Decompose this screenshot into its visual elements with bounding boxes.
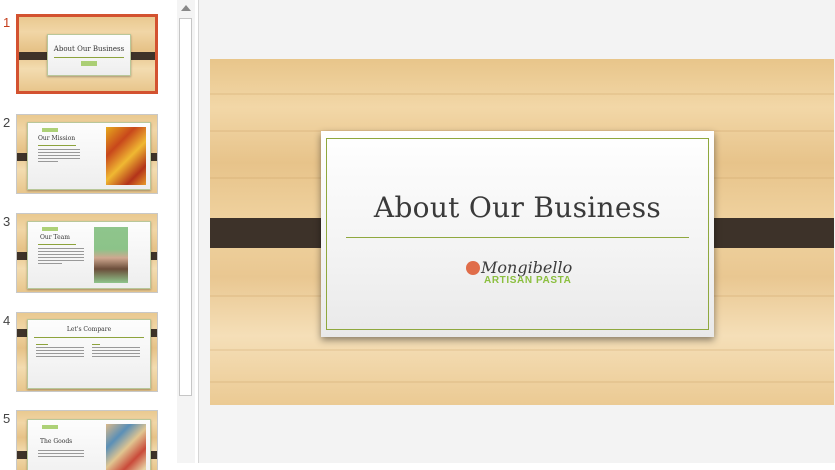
thumbnail-title: Let's Compare bbox=[66, 326, 112, 333]
thumbnail-content-card: Our Mission bbox=[27, 122, 151, 190]
thumbnail-logo bbox=[42, 128, 58, 132]
slide-number: 3 bbox=[3, 214, 11, 229]
thumbnail-logo bbox=[42, 227, 58, 231]
thumbnail-title: The Goods bbox=[40, 438, 73, 445]
thumbnail-preview[interactable]: Our Team bbox=[16, 213, 158, 293]
thumbnail-content-card: Let's Compare bbox=[27, 319, 151, 389]
thumbnail-rule bbox=[38, 145, 76, 146]
thumbnail-logo bbox=[42, 425, 58, 429]
thumbnail-preview[interactable]: The Goods bbox=[16, 410, 158, 470]
title-underline bbox=[346, 237, 689, 238]
slide-number: 2 bbox=[3, 115, 11, 130]
thumbnail-body-text-right bbox=[92, 344, 140, 359]
thumbnail-body-text bbox=[38, 450, 84, 459]
slide-number: 4 bbox=[3, 313, 11, 328]
slide-number: 5 bbox=[3, 411, 11, 426]
thumbnail-preview[interactable]: About Our Business bbox=[16, 14, 158, 94]
thumbnail-photo-food bbox=[106, 424, 146, 470]
thumbnail-title-card: About Our Business bbox=[47, 34, 131, 76]
slide-band-left bbox=[210, 218, 335, 248]
slide-title[interactable]: About Our Business bbox=[321, 191, 714, 224]
slide-number: 1 bbox=[3, 15, 11, 30]
thumbnail-scrollbar[interactable] bbox=[177, 0, 195, 463]
thumbnail-rule bbox=[34, 337, 144, 338]
thumbnail-body-text bbox=[38, 248, 84, 266]
thumbnail-logo bbox=[81, 61, 97, 66]
thumbnail-band-left bbox=[17, 451, 27, 459]
thumbnail-body-text bbox=[38, 149, 80, 164]
thumbnail-content-card: The Goods bbox=[27, 419, 151, 470]
thumbnail-title: About Our Business bbox=[53, 45, 125, 53]
thumbnail-photo-person bbox=[94, 227, 128, 283]
scroll-up-arrow-icon[interactable] bbox=[181, 5, 191, 11]
thumbnail-band-left bbox=[17, 329, 27, 337]
thumbnail-rule bbox=[38, 244, 76, 245]
thumbnail-title: Our Team bbox=[40, 234, 70, 241]
company-logo[interactable]: Mongibello ARTISAN PASTA bbox=[466, 258, 576, 292]
title-card-border bbox=[326, 138, 709, 330]
thumbnail-band-left bbox=[17, 153, 27, 161]
logo-tagline: ARTISAN PASTA bbox=[484, 275, 572, 286]
scrollbar-thumb[interactable] bbox=[179, 18, 192, 396]
thumbnail-band-left bbox=[19, 52, 49, 60]
thumbnail-band-left bbox=[17, 252, 27, 260]
thumbnail-content-card: Our Team bbox=[27, 221, 151, 289]
title-card: About Our Business Mongibello ARTISAN PA… bbox=[321, 131, 714, 337]
thumbnail-photo-pasta bbox=[106, 127, 146, 185]
pasta-logo-icon bbox=[466, 261, 480, 275]
thumbnail-title: Our Mission bbox=[38, 135, 76, 142]
slide-editor-pane: About Our Business Mongibello ARTISAN PA… bbox=[199, 0, 835, 463]
thumbnail-preview[interactable]: Our Mission bbox=[16, 114, 158, 194]
thumbnail-body-text-left bbox=[36, 344, 84, 359]
slide-thumbnail-pane: 1 About Our Business 2 Our Mission 3 Our… bbox=[0, 0, 176, 470]
slide-band-right bbox=[700, 218, 834, 248]
thumbnail-rule bbox=[54, 57, 124, 58]
current-slide[interactable]: About Our Business Mongibello ARTISAN PA… bbox=[210, 59, 834, 405]
thumbnail-band-right bbox=[127, 52, 155, 60]
thumbnail-preview[interactable]: Let's Compare bbox=[16, 312, 158, 392]
